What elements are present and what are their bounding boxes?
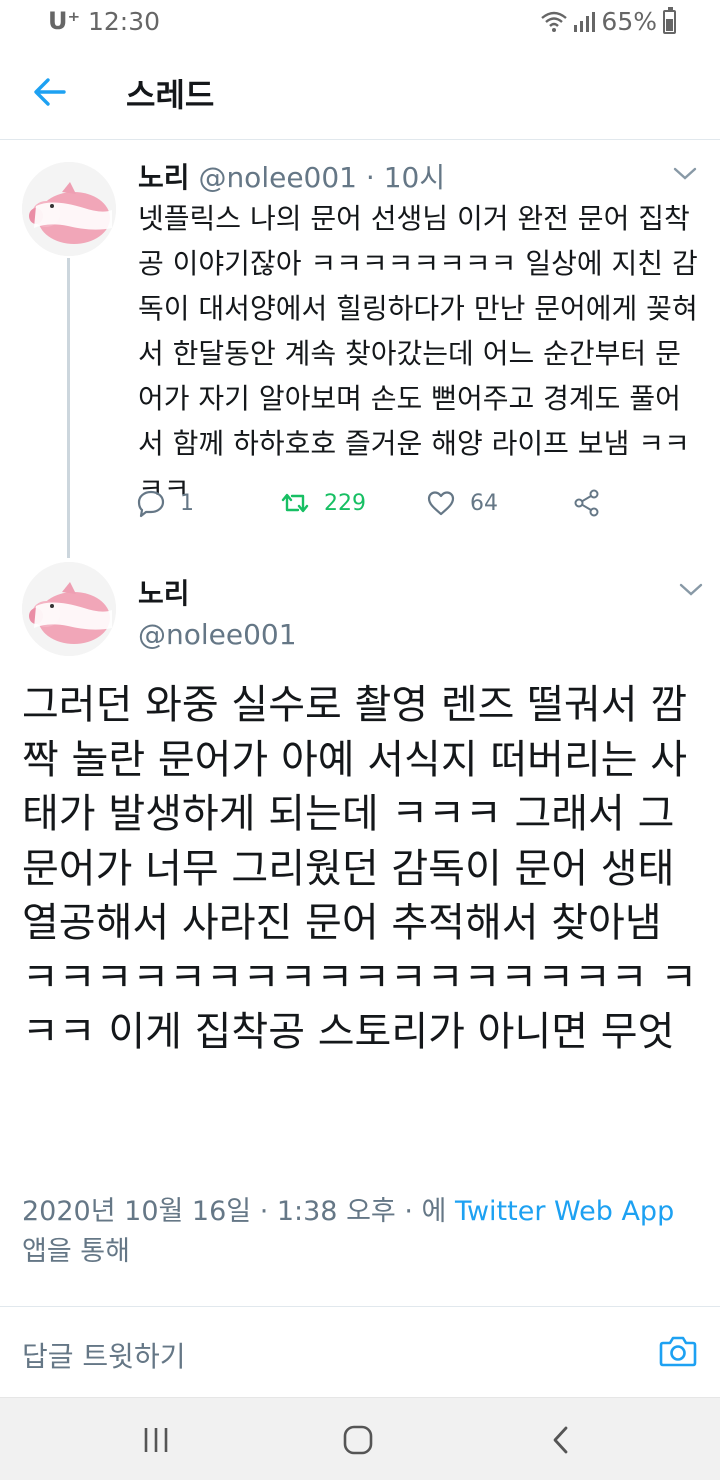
wifi-icon (541, 11, 568, 32)
piggy-bank-avatar-image (22, 562, 116, 656)
share-icon (574, 489, 599, 517)
system-back-icon[interactable] (546, 1424, 578, 1456)
retweet-button[interactable]: 229 (280, 488, 366, 518)
tweet2-author-name[interactable]: 노리 (138, 572, 190, 612)
reply-composer[interactable]: 답글 트윗하기 (0, 1307, 720, 1397)
camera-icon[interactable] (658, 1331, 698, 1371)
piggy-bank-avatar-image (22, 162, 116, 256)
share-button[interactable] (572, 488, 602, 518)
reply-icon (137, 490, 165, 518)
retweet-count: 229 (324, 490, 366, 516)
signal-icon (574, 11, 596, 32)
heart-icon (427, 491, 455, 516)
tweet1-header: 노리 @nolee001 · 10시 (138, 156, 445, 196)
avatar[interactable] (22, 162, 116, 256)
thread-header: 스레드 (0, 42, 720, 140)
tweet2-text: 그러던 와중 실수로 촬영 렌즈 떨궈서 깜짝 놀란 문어가 아예 서식지 떠버… (22, 682, 698, 1055)
tweet1-actions: 1 229 64 (136, 488, 616, 528)
tweet2-handle[interactable]: @nolee001 (138, 618, 297, 651)
like-button[interactable]: 64 (426, 488, 498, 518)
tweet1-author-name[interactable]: 노리 (138, 161, 190, 194)
tweet1-text: 넷플릭스 나의 문어 선생님 이거 완전 문어 집착공 이야기잖아 ㅋㅋㅋㅋㅋㅋ… (138, 202, 698, 505)
tweet2-meta: 2020년 10월 16일 · 1:38 오후 · 에 Twitter Web … (22, 1192, 702, 1272)
carrier-label: U⁺ (48, 7, 81, 35)
chevron-down-icon[interactable] (672, 166, 698, 182)
back-arrow-icon[interactable] (32, 74, 68, 110)
battery-icon (663, 6, 676, 34)
avatar[interactable] (22, 562, 116, 656)
tweet1-time[interactable]: 10시 (384, 161, 445, 194)
home-icon[interactable] (342, 1424, 374, 1456)
reply-button[interactable]: 1 (136, 488, 194, 518)
page-title: 스레드 (126, 76, 215, 114)
source-app-link[interactable]: Twitter Web App (455, 1196, 674, 1227)
tweet1-separator: · (365, 161, 375, 194)
reply-count: 1 (180, 490, 194, 516)
recent-apps-icon[interactable] (140, 1424, 172, 1456)
chevron-down-icon[interactable] (678, 582, 704, 598)
status-icons: 65% (541, 6, 676, 36)
battery-percent: 65% (601, 7, 657, 36)
thread-connector-line (67, 258, 70, 558)
reply-input-placeholder[interactable]: 답글 트윗하기 (22, 1335, 185, 1375)
source-suffix: 앱을 통해 (22, 1236, 130, 1267)
like-count: 64 (470, 490, 498, 516)
retweet-icon (281, 493, 309, 513)
system-nav-bar (0, 1397, 720, 1480)
tweet-timestamp[interactable]: 2020년 10월 16일 · 1:38 오후 · 에 (22, 1196, 455, 1227)
status-time: 12:30 (88, 7, 161, 36)
tweet1-handle[interactable]: @nolee001 (198, 161, 357, 194)
status-bar: U⁺ 12:30 65% (0, 0, 720, 42)
